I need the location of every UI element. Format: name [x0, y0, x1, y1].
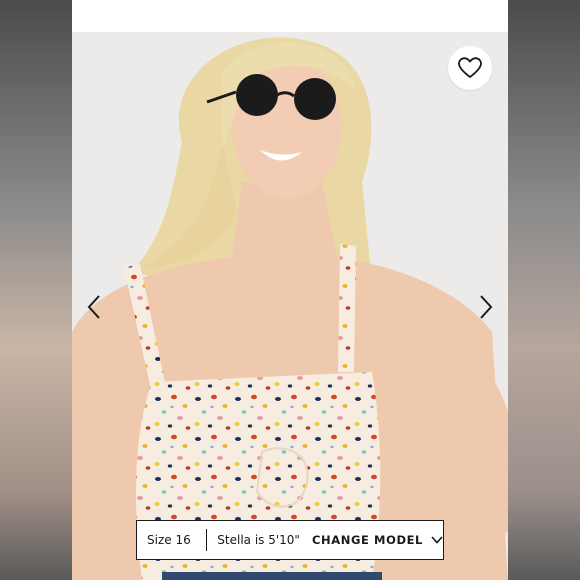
heart-outline-icon [458, 57, 482, 78]
chevron-right-icon [480, 295, 493, 319]
next-image-button[interactable] [474, 292, 498, 322]
top-bar [72, 0, 508, 32]
previous-image-button[interactable] [82, 292, 106, 322]
change-model-button[interactable]: CHANGE MODEL [312, 533, 443, 547]
product-photo-illustration [72, 32, 508, 580]
change-model-label: CHANGE MODEL [311, 533, 423, 547]
blurred-backdrop-left [0, 0, 72, 580]
product-photo[interactable] [72, 32, 508, 580]
model-height-label: Stella is 5'10" [217, 533, 300, 547]
product-image-viewer: Size 16 Stella is 5'10" CHANGE MODEL [72, 0, 508, 580]
model-bar-divider [206, 529, 208, 551]
favorite-button[interactable] [448, 46, 492, 90]
model-info-bar: Size 16 Stella is 5'10" CHANGE MODEL [136, 520, 444, 560]
model-size-label: Size 16 [147, 533, 191, 547]
chevron-left-icon [87, 295, 100, 319]
chevron-down-icon [431, 536, 443, 544]
blurred-backdrop-right [508, 0, 580, 580]
